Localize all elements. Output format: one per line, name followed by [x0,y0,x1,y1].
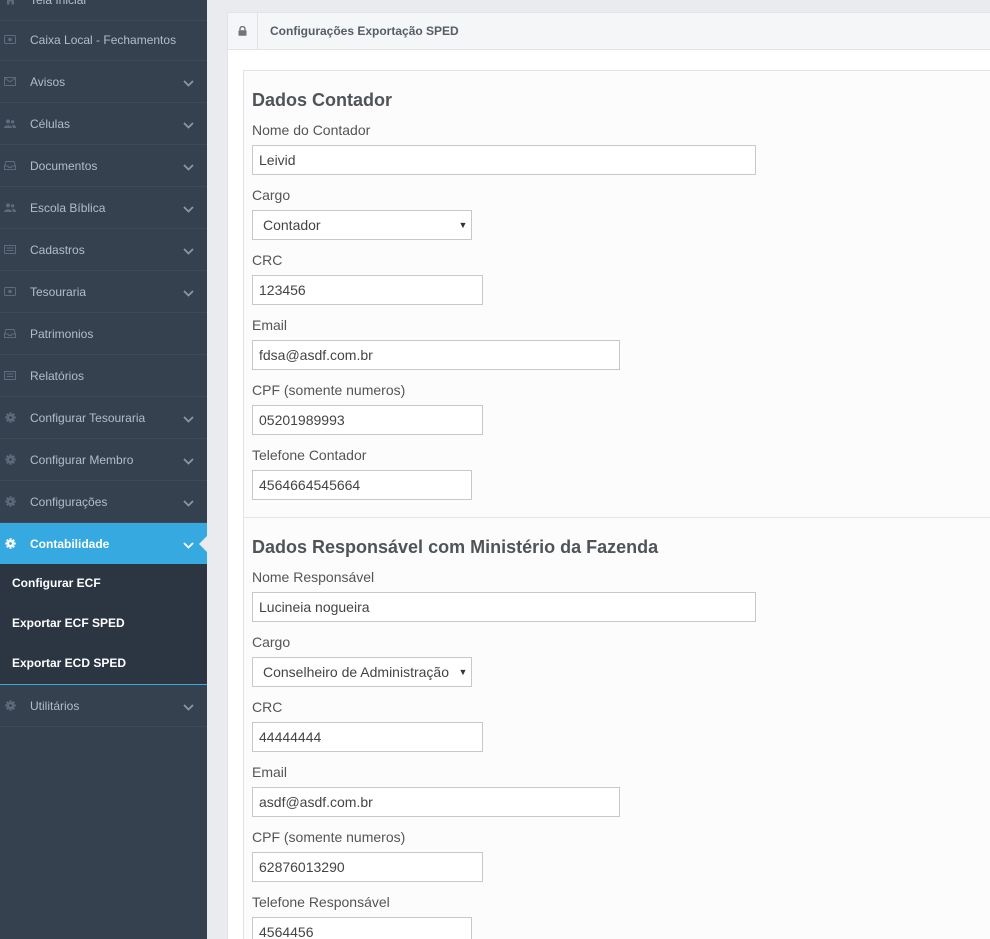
sidebar-item-avisos[interactable]: Avisos [0,61,207,103]
sidebar-item-cadastros[interactable]: Cadastros [0,229,207,271]
sidebar-item-caixa-local-fechamentos[interactable]: Caixa Local - Fechamentos [0,19,207,61]
email-responsavel-input[interactable] [252,787,620,817]
sidebar-item-label: Tesouraria [30,284,87,299]
sidebar-item-label: Células [30,116,71,131]
caret-down-icon: ▼ [455,667,471,677]
sidebar-item-label: Utilitários [30,698,80,713]
email-contador-input[interactable] [252,340,620,370]
sidebar-item-configurar-membro[interactable]: Configurar Membro [0,439,207,481]
users-icon [4,202,16,214]
email-contador-label: Email [252,317,288,333]
sidebar-item-label: Tela Inicial [30,0,207,7]
cargo-contador-label: Cargo [252,187,291,203]
crc-responsavel-label: CRC [252,699,283,715]
home-icon [4,0,16,6]
cargo-responsavel-label: Cargo [252,634,291,650]
sidebar-item-label: Configurar Membro [30,452,134,467]
sidebar-item-escola-biblica[interactable]: Escola Bíblica [0,187,207,229]
submenu-contabilidade: Configurar ECF Exportar ECF SPED Exporta… [0,564,207,685]
sidebar-item-contabilidade[interactable]: Contabilidade [0,523,207,565]
cpf-responsavel-input[interactable] [252,852,483,882]
caret-down-icon: ▼ [455,220,471,230]
sidebar-item-label: Caixa Local - Fechamentos [30,32,177,47]
telefone-contador-input[interactable] [252,470,472,500]
chevron-down-icon [183,412,195,424]
panel-title: Configurações Exportação SPED [270,24,459,38]
gear-icon [4,538,16,550]
inbox-icon [4,160,16,172]
sidebar-item-label: Relatórios [30,368,85,383]
nome-responsavel-input[interactable] [252,592,756,622]
sidebar-item-documentos[interactable]: Documentos [0,145,207,187]
sidebar-item-label: Contabilidade [30,536,110,551]
sidebar-item-patrimonios[interactable]: Patrimonios [0,313,207,355]
chevron-down-icon [183,160,195,172]
gear-icon [4,454,16,466]
sidebar-item-label: Configurações [30,494,108,509]
cargo-responsavel-value: Conselheiro de Administração [263,664,449,680]
cargo-contador-select[interactable]: Contador ▼ [252,210,472,240]
sidebar-item-celulas[interactable]: Células [0,103,207,145]
cpf-responsavel-label: CPF (somente numeros) [252,829,406,845]
cpf-contador-input[interactable] [252,405,483,435]
section-divider [244,517,990,518]
chevron-down-icon [183,244,195,256]
gear-icon [4,412,16,424]
crc-contador-input[interactable] [252,275,483,305]
telefone-responsavel-input[interactable] [252,917,472,939]
sidebar-item-utilitarios[interactable]: Utilitários [0,685,207,727]
list-icon [4,244,16,256]
section-title-responsavel: Dados Responsável com Ministério da Faze… [252,537,659,557]
sidebar-item-configurar-tesouraria[interactable]: Configurar Tesouraria [0,397,207,439]
cash-icon [4,34,16,46]
chevron-down-icon [183,454,195,466]
form-section: Dados Contador Nome do Contador Cargo Co… [243,70,990,939]
submenu-item-configurar-ecf[interactable]: Configurar ECF [12,576,101,590]
sidebar-item-tela-inicial[interactable]: Tela Inicial [0,0,207,21]
section-title-contador: Dados Contador [252,90,393,110]
cpf-contador-label: CPF (somente numeros) [252,382,406,398]
submenu-item-exportar-ecf-sped[interactable]: Exportar ECF SPED [12,616,125,630]
users-icon [4,118,16,130]
main-panel: Configurações Exportação SPED Dados Cont… [227,12,990,939]
lock-icon [228,12,258,50]
telefone-contador-label: Telefone Contador [252,447,367,463]
cargo-responsavel-select[interactable]: Conselheiro de Administração ▼ [252,657,472,687]
submenu-item-exportar-ecd-sped[interactable]: Exportar ECD SPED [12,656,126,670]
sidebar-item-label: Avisos [30,74,66,89]
chevron-down-icon [183,76,195,88]
nome-responsavel-label: Nome Responsável [252,569,375,585]
sidebar-item-label: Patrimonios [30,326,94,341]
crc-responsavel-input[interactable] [252,722,483,752]
app-window: Tela Inicial Caixa Local - Fechamentos Avi… [0,0,990,939]
chevron-down-icon [183,700,195,712]
gear-icon [4,700,16,712]
sidebar-item-label: Configurar Tesouraria [30,410,146,425]
email-responsavel-label: Email [252,764,288,780]
sidebar-item-tesouraria[interactable]: Tesouraria [0,271,207,313]
sidebar: Tela Inicial Caixa Local - Fechamentos Avi… [0,0,207,939]
chevron-down-icon [183,286,195,298]
sidebar-item-label: Cadastros [30,242,85,257]
sidebar-item-label: Documentos [30,158,98,173]
nome-contador-input[interactable] [252,145,756,175]
inbox-icon [4,328,16,340]
panel-header: Configurações Exportação SPED [228,12,990,50]
envelope-icon [4,76,16,88]
crc-contador-label: CRC [252,252,283,268]
chevron-down-icon [183,496,195,508]
gear-icon [4,496,16,508]
sidebar-item-relatorios[interactable]: Relatórios [0,355,207,397]
telefone-responsavel-label: Telefone Responsável [252,894,390,910]
cash-icon [4,286,16,298]
sidebar-item-label: Escola Bíblica [30,200,106,215]
list-icon [4,370,16,382]
nome-contador-label: Nome do Contador [252,122,371,138]
chevron-down-icon [183,118,195,130]
sidebar-item-configuracoes[interactable]: Configurações [0,481,207,523]
cargo-contador-value: Contador [263,217,321,233]
chevron-down-icon [183,538,195,550]
chevron-down-icon [183,202,195,214]
